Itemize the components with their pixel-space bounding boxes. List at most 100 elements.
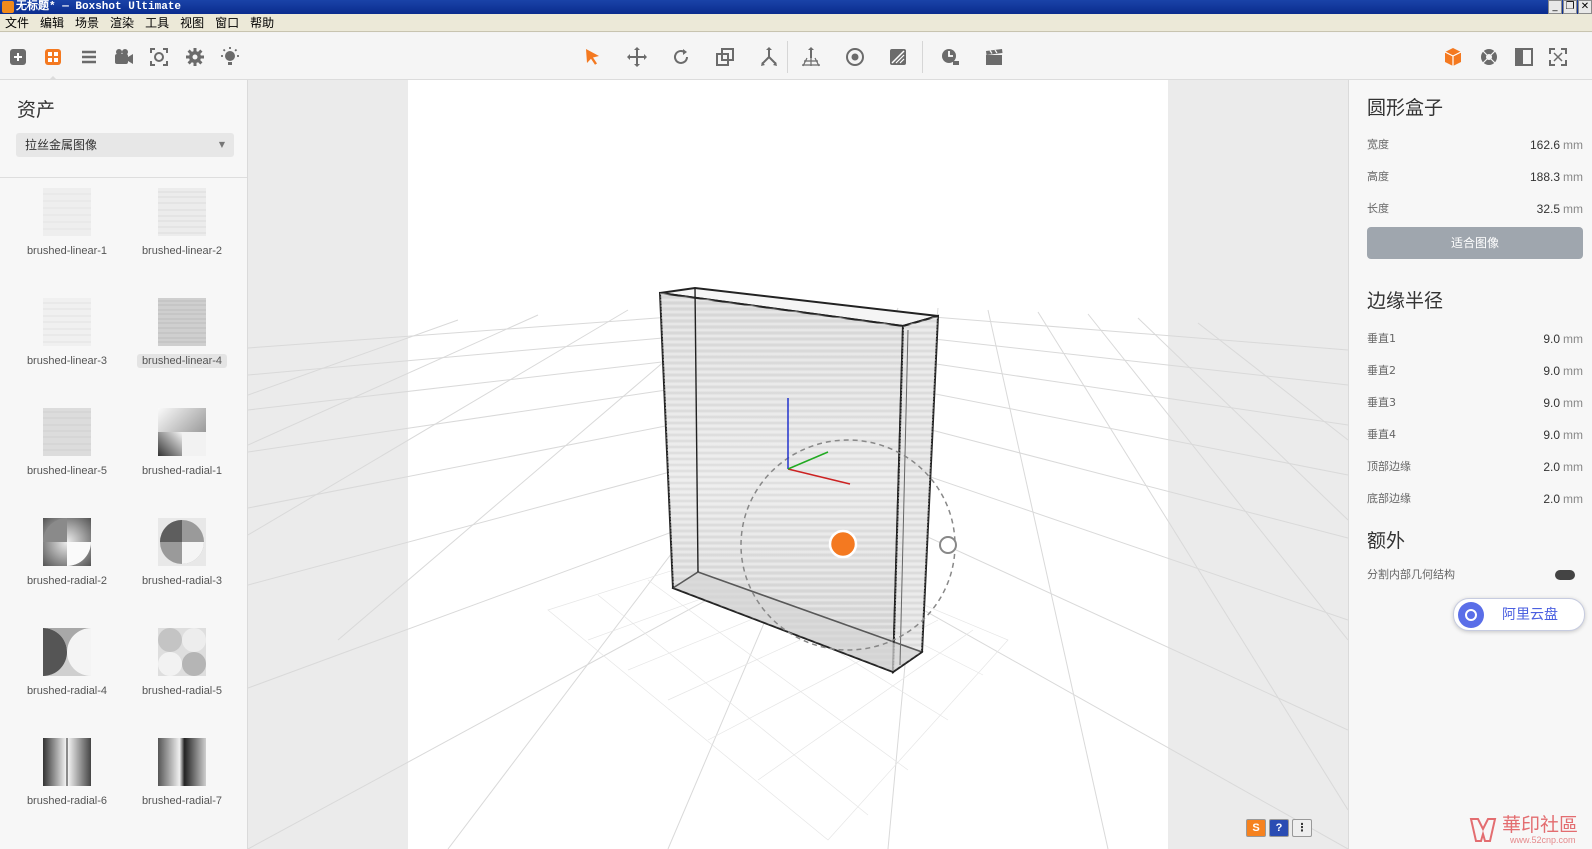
asset-item[interactable]: brushed-linear-1 [10,186,125,276]
menu-window[interactable]: 窗口 [210,14,245,31]
watermark-text: 華印社區 [1502,814,1579,836]
asset-label: brushed-radial-4 [26,685,108,697]
menu-tools[interactable]: 工具 [140,14,175,31]
light-icon[interactable] [217,44,243,70]
add-icon[interactable] [5,44,31,70]
prop-label: 分割内部几何结构 [1367,568,1455,581]
scale-icon[interactable] [712,44,738,70]
prop-vertical-3[interactable]: 垂直3 9.0 mm [1367,394,1583,412]
minimize-button[interactable]: _ [1548,0,1562,14]
chevron-down-icon: ▼ [218,140,225,149]
material-icon[interactable] [885,44,911,70]
extra-title: 额外 [1367,530,1406,552]
prop-label: 宽度 [1367,138,1389,151]
window-controls: _ ❐ ✕ [1547,0,1592,14]
aliyun-drive-widget[interactable]: 阿里云盘 [1453,598,1585,631]
prop-label: 垂直1 [1367,332,1396,345]
toolbar-separator [922,41,923,73]
menu-view[interactable]: 视图 [175,14,210,31]
main-toolbar [0,33,1592,80]
asset-label: brushed-radial-5 [141,685,223,697]
assets-title: 资产 [17,99,56,121]
asset-item[interactable]: brushed-radial-4 [10,626,125,716]
time-icon[interactable] [937,44,963,70]
prop-value[interactable]: 9.0 [1543,426,1560,444]
prop-value[interactable]: 2.0 [1543,458,1560,476]
split-geometry-toggle[interactable] [1555,570,1575,580]
prop-value[interactable]: 32.5 [1537,200,1560,218]
prop-height[interactable]: 高度 188.3 mm [1367,168,1583,186]
prop-label: 垂直2 [1367,364,1396,377]
layout-icon[interactable] [1511,44,1537,70]
prop-value[interactable]: 9.0 [1543,362,1560,380]
panel-divider [0,177,247,178]
fullscreen-icon[interactable] [1545,44,1571,70]
prop-vertical-1[interactable]: 垂直1 9.0 mm [1367,330,1583,348]
asset-item-selected[interactable]: brushed-linear-4 [125,296,240,386]
rotate-icon[interactable] [668,44,694,70]
camera-icon[interactable] [111,44,137,70]
prop-top-edge[interactable]: 顶部边缘 2.0 mm [1367,458,1583,476]
sphere-icon[interactable] [1476,44,1502,70]
assets-icon[interactable] [40,44,66,70]
asset-item[interactable]: brushed-radial-5 [125,626,240,716]
asset-item[interactable]: brushed-linear-3 [10,296,125,386]
prop-value[interactable]: 188.3 [1530,168,1560,186]
prop-value[interactable]: 162.6 [1530,136,1560,154]
asset-item[interactable]: brushed-radial-2 [10,516,125,606]
clapper-icon[interactable] [981,44,1007,70]
restore-button[interactable]: ❐ [1563,0,1577,14]
3d-viewport[interactable]: S ? ⋮ [248,80,1348,849]
prop-label: 底部边缘 [1367,492,1411,505]
asset-item[interactable]: brushed-radial-3 [125,516,240,606]
asset-category-select[interactable]: 拉丝金属图像 ▼ [16,133,234,157]
prop-split-geometry[interactable]: 分割内部几何结构 [1367,566,1583,584]
prop-value[interactable]: 9.0 [1543,394,1560,412]
asset-thumbnail [158,188,206,236]
asset-item[interactable]: brushed-linear-2 [125,186,240,276]
prop-vertical-2[interactable]: 垂直2 9.0 mm [1367,362,1583,380]
menu-file[interactable]: 文件 [0,14,35,31]
move-icon[interactable] [624,44,650,70]
menu-help[interactable]: 帮助 [245,14,280,31]
prop-unit: mm [1563,202,1583,216]
close-button[interactable]: ✕ [1578,0,1592,14]
menu-scene[interactable]: 场景 [70,14,105,31]
multi-move-icon[interactable] [756,44,782,70]
prop-unit: mm [1563,138,1583,152]
asset-thumbnail [158,518,206,566]
menu-render[interactable]: 渲染 [105,14,140,31]
prop-vertical-4[interactable]: 垂直4 9.0 mm [1367,426,1583,444]
asset-item[interactable]: brushed-linear-5 [10,406,125,496]
prop-unit: mm [1563,364,1583,378]
menu-edit[interactable]: 编辑 [35,14,70,31]
focus-icon[interactable] [146,44,172,70]
asset-item[interactable]: brushed-radial-6 [10,736,125,826]
asset-label: brushed-radial-6 [26,795,108,807]
prop-value[interactable]: 9.0 [1543,330,1560,348]
select-icon[interactable] [580,44,606,70]
prop-value[interactable]: 2.0 [1543,490,1560,508]
more-icon[interactable]: ⋮ [1292,819,1312,837]
asset-item[interactable]: brushed-radial-1 [125,406,240,496]
list-icon[interactable] [76,44,102,70]
prop-width[interactable]: 宽度 162.6 mm [1367,136,1583,154]
assets-panel: 资产 拉丝金属图像 ▼ brushed-linear-1 brushed-lin… [0,80,248,849]
ground-icon[interactable] [798,44,824,70]
asset-item[interactable]: brushed-radial-7 [125,736,240,826]
help-icon[interactable]: ? [1269,819,1289,837]
prop-bottom-edge[interactable]: 底部边缘 2.0 mm [1367,490,1583,508]
sogou-icon[interactable]: S [1246,819,1266,837]
prop-unit: mm [1563,460,1583,474]
title-bar: 无标题* — Boxshot Ultimate _ ❐ ✕ [0,0,1592,14]
asset-label: brushed-linear-1 [26,245,108,257]
fit-image-button[interactable]: 适合图像 [1367,227,1583,259]
box-icon[interactable] [1440,44,1466,70]
settings-icon[interactable] [182,44,208,70]
asset-thumbnail [43,408,91,456]
menu-bar: 文件 编辑 场景 渲染 工具 视图 窗口 帮助 [0,14,1592,32]
prop-length[interactable]: 长度 32.5 mm [1367,200,1583,218]
prop-unit: mm [1563,332,1583,346]
asset-grid: brushed-linear-1 brushed-linear-2 brushe… [10,186,240,826]
render-preview-icon[interactable] [842,44,868,70]
